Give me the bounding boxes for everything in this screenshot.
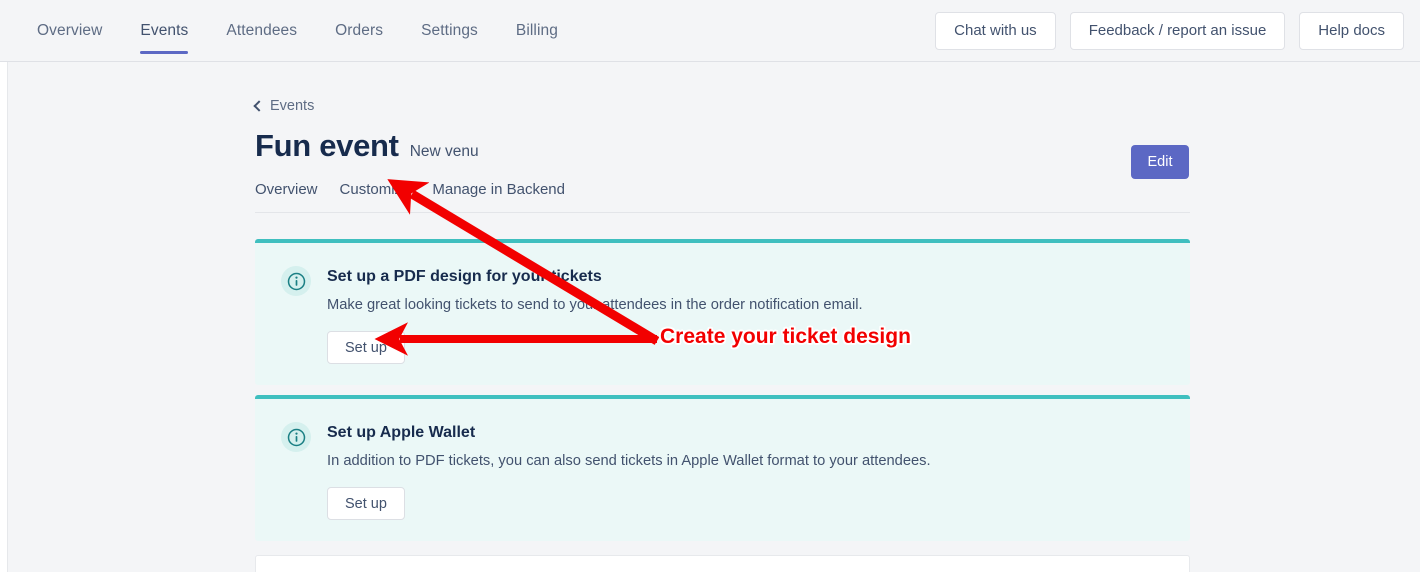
tab-orders-label: Orders	[335, 21, 384, 39]
card-apple-wallet-title: Set up Apple Wallet	[327, 424, 476, 441]
info-icon	[281, 266, 311, 296]
top-nav-tab-list: Overview Events Attendees Orders Setting…	[0, 0, 577, 61]
top-nav-actions: Chat with us Feedback / report an issue …	[935, 0, 1420, 61]
setup-pdf-design-button[interactable]: Set up	[327, 331, 405, 364]
chevron-left-icon	[253, 99, 265, 112]
card-pdf-design-body: Set up a PDF design for your tickets Mak…	[327, 265, 1164, 364]
tab-overview-label: Overview	[37, 21, 103, 39]
tab-overview[interactable]: Overview	[18, 0, 121, 61]
tab-events-label: Events	[140, 21, 189, 39]
left-rail	[0, 62, 8, 572]
edit-button[interactable]: Edit	[1131, 145, 1189, 179]
tab-orders[interactable]: Orders	[316, 0, 402, 61]
tab-billing-label: Billing	[515, 21, 558, 39]
info-icon	[281, 422, 311, 452]
feedback-report-issue-button[interactable]: Feedback / report an issue	[1069, 11, 1286, 50]
help-docs-button[interactable]: Help docs	[1299, 11, 1404, 50]
tab-settings[interactable]: Settings	[402, 0, 497, 61]
content-column: Events Fun event New venu Overview Custo…	[253, 62, 1190, 572]
breadcrumb-label: Events	[270, 98, 315, 114]
tab-attendees-label: Attendees	[226, 21, 298, 39]
subnav-item-customize[interactable]: Customize	[340, 181, 411, 198]
top-navigation-bar: Overview Events Attendees Orders Setting…	[0, 0, 1420, 62]
page-subtitle: New venu	[409, 143, 479, 160]
card-partial-below	[255, 555, 1190, 572]
tab-settings-label: Settings	[421, 21, 478, 39]
card-pdf-design-title: Set up a PDF design for your tickets	[327, 268, 602, 285]
title-row: Fun event New venu	[255, 128, 1190, 164]
sub-navigation: Overview Customize Manage in Backend	[255, 181, 1190, 213]
card-pdf-design-description: Make great looking tickets to send to yo…	[327, 297, 863, 313]
breadcrumb[interactable]: Events	[253, 98, 315, 114]
setup-apple-wallet-button[interactable]: Set up	[327, 487, 405, 520]
page-body: Events Fun event New venu Overview Custo…	[0, 62, 1420, 572]
tab-events[interactable]: Events	[121, 0, 207, 61]
page-title: Fun event	[255, 128, 399, 163]
tab-attendees[interactable]: Attendees	[207, 0, 316, 61]
card-pdf-design: Set up a PDF design for your tickets Mak…	[255, 239, 1190, 385]
chat-with-us-button[interactable]: Chat with us	[935, 11, 1056, 50]
tab-billing[interactable]: Billing	[497, 0, 577, 61]
card-apple-wallet-description: In addition to PDF tickets, you can also…	[327, 453, 931, 469]
card-apple-wallet-body: Set up Apple Wallet In addition to PDF t…	[327, 421, 1164, 520]
subnav-item-overview[interactable]: Overview	[255, 181, 318, 198]
subnav-item-manage-in-backend[interactable]: Manage in Backend	[432, 181, 565, 198]
card-apple-wallet: Set up Apple Wallet In addition to PDF t…	[255, 395, 1190, 541]
